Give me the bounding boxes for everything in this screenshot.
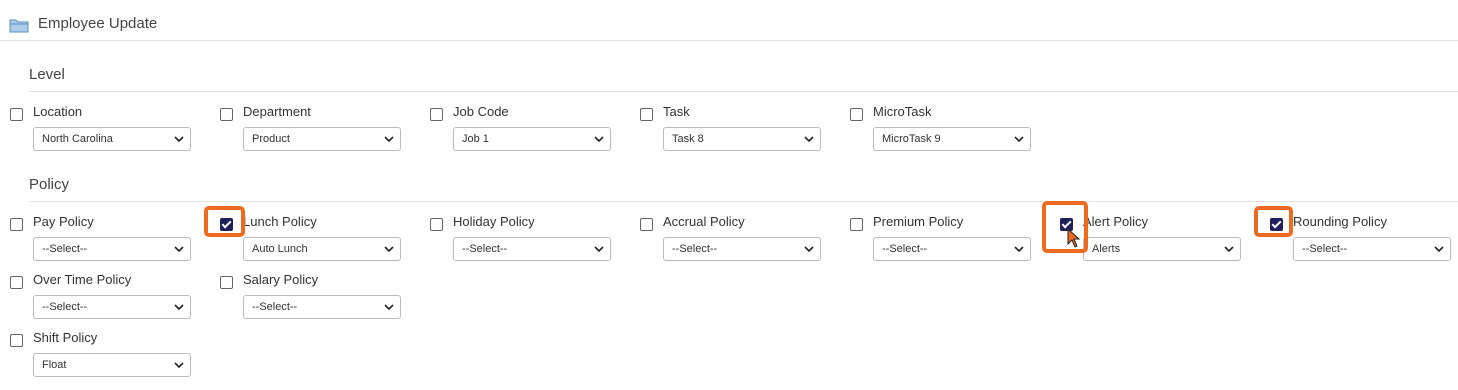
pay-policy-checkbox[interactable] [10, 218, 23, 231]
shift-policy-label: Shift Policy [33, 330, 98, 345]
rounding-policy-select-value: --Select-- [1302, 243, 1348, 255]
field-location: Location North Carolina [10, 104, 210, 164]
chevron-down-icon [174, 246, 184, 253]
accrual-policy-select[interactable]: --Select-- [663, 237, 821, 261]
folder-icon [9, 19, 29, 33]
job-code-select[interactable]: Job 1 [453, 127, 611, 151]
policy-divider [29, 201, 1458, 202]
over-time-policy-select-value: --Select-- [42, 301, 88, 313]
chevron-down-icon [1014, 246, 1024, 253]
chevron-down-icon [804, 246, 814, 253]
field-task: Task Task 8 [640, 104, 840, 164]
chevron-down-icon [384, 136, 394, 143]
task-select-value: Task 8 [672, 133, 704, 145]
alert-policy-select[interactable]: Alerts [1083, 237, 1241, 261]
chevron-down-icon [1224, 246, 1234, 253]
field-accrual-policy: Accrual Policy --Select-- [640, 214, 840, 274]
alert-policy-highlight [1042, 201, 1088, 253]
chevron-down-icon [384, 246, 394, 253]
shift-policy-select-value: Float [42, 359, 67, 371]
field-over-time-policy: Over Time Policy --Select-- [10, 272, 210, 332]
rounding-policy-label: Rounding Policy [1293, 214, 1387, 229]
chevron-down-icon [804, 136, 814, 143]
premium-policy-label: Premium Policy [873, 214, 964, 229]
premium-policy-checkbox[interactable] [850, 218, 863, 231]
job-code-select-value: Job 1 [462, 133, 489, 145]
policy-section-title: Policy [29, 176, 70, 193]
alert-policy-label: Alert Policy [1083, 214, 1149, 229]
chevron-down-icon [174, 136, 184, 143]
task-label: Task [663, 104, 690, 119]
location-select[interactable]: North Carolina [33, 127, 191, 151]
mouse-pointer-icon [1067, 228, 1080, 248]
accrual-policy-select-value: --Select-- [672, 243, 718, 255]
chevron-down-icon [594, 246, 604, 253]
chevron-down-icon [384, 304, 394, 311]
field-alert-policy: Alert Policy Alerts [1060, 214, 1260, 274]
holiday-policy-select[interactable]: --Select-- [453, 237, 611, 261]
task-select[interactable]: Task 8 [663, 127, 821, 151]
department-select[interactable]: Product [243, 127, 401, 151]
level-section-title: Level [29, 66, 65, 83]
job-code-label: Job Code [453, 104, 509, 119]
salary-policy-select[interactable]: --Select-- [243, 295, 401, 319]
accrual-policy-checkbox[interactable] [640, 218, 653, 231]
location-select-value: North Carolina [42, 133, 113, 145]
department-select-value: Product [252, 133, 290, 145]
over-time-policy-select[interactable]: --Select-- [33, 295, 191, 319]
field-holiday-policy: Holiday Policy --Select-- [430, 214, 630, 274]
salary-policy-checkbox[interactable] [220, 276, 233, 289]
salary-policy-label: Salary Policy [243, 272, 319, 287]
job-code-checkbox[interactable] [430, 108, 443, 121]
accrual-policy-label: Accrual Policy [663, 214, 745, 229]
premium-policy-select-value: --Select-- [882, 243, 928, 255]
lunch-policy-label: Lunch Policy [243, 214, 317, 229]
lunch-policy-select-value: Auto Lunch [252, 243, 308, 255]
pay-policy-select-value: --Select-- [42, 243, 88, 255]
microtask-checkbox[interactable] [850, 108, 863, 121]
field-lunch-policy: Lunch Policy Auto Lunch [220, 214, 420, 274]
alert-policy-select-value: Alerts [1092, 243, 1121, 255]
page-title: Employee Update [38, 15, 158, 32]
salary-policy-select-value: --Select-- [252, 301, 298, 313]
rounding-policy-highlight [1254, 206, 1293, 237]
location-label: Location [33, 104, 83, 119]
holiday-policy-label: Holiday Policy [453, 214, 535, 229]
chevron-down-icon [594, 136, 604, 143]
over-time-policy-checkbox[interactable] [10, 276, 23, 289]
microtask-label: MicroTask [873, 104, 932, 119]
over-time-policy-label: Over Time Policy [33, 272, 132, 287]
microtask-select-value: MicroTask 9 [882, 133, 941, 145]
lunch-policy-highlight [204, 206, 245, 237]
chevron-down-icon [174, 304, 184, 311]
field-job-code: Job Code Job 1 [430, 104, 630, 164]
field-microtask: MicroTask MicroTask 9 [850, 104, 1050, 164]
field-salary-policy: Salary Policy --Select-- [220, 272, 420, 332]
field-shift-policy: Shift Policy Float [10, 330, 210, 390]
location-checkbox[interactable] [10, 108, 23, 121]
chevron-down-icon [1014, 136, 1024, 143]
task-checkbox[interactable] [640, 108, 653, 121]
pay-policy-select[interactable]: --Select-- [33, 237, 191, 261]
chevron-down-icon [1434, 246, 1444, 253]
premium-policy-select[interactable]: --Select-- [873, 237, 1031, 261]
microtask-select[interactable]: MicroTask 9 [873, 127, 1031, 151]
level-divider [29, 91, 1458, 92]
shift-policy-select[interactable]: Float [33, 353, 191, 377]
field-premium-policy: Premium Policy --Select-- [850, 214, 1050, 274]
rounding-policy-select[interactable]: --Select-- [1293, 237, 1451, 261]
field-rounding-policy: Rounding Policy --Select-- [1270, 214, 1458, 274]
field-pay-policy: Pay Policy --Select-- [10, 214, 210, 274]
page-header: Employee Update [0, 0, 1458, 41]
field-department: Department Product [220, 104, 420, 164]
department-label: Department [243, 104, 311, 119]
department-checkbox[interactable] [220, 108, 233, 121]
lunch-policy-select[interactable]: Auto Lunch [243, 237, 401, 261]
chevron-down-icon [174, 362, 184, 369]
holiday-policy-checkbox[interactable] [430, 218, 443, 231]
holiday-policy-select-value: --Select-- [462, 243, 508, 255]
shift-policy-checkbox[interactable] [10, 334, 23, 347]
pay-policy-label: Pay Policy [33, 214, 94, 229]
